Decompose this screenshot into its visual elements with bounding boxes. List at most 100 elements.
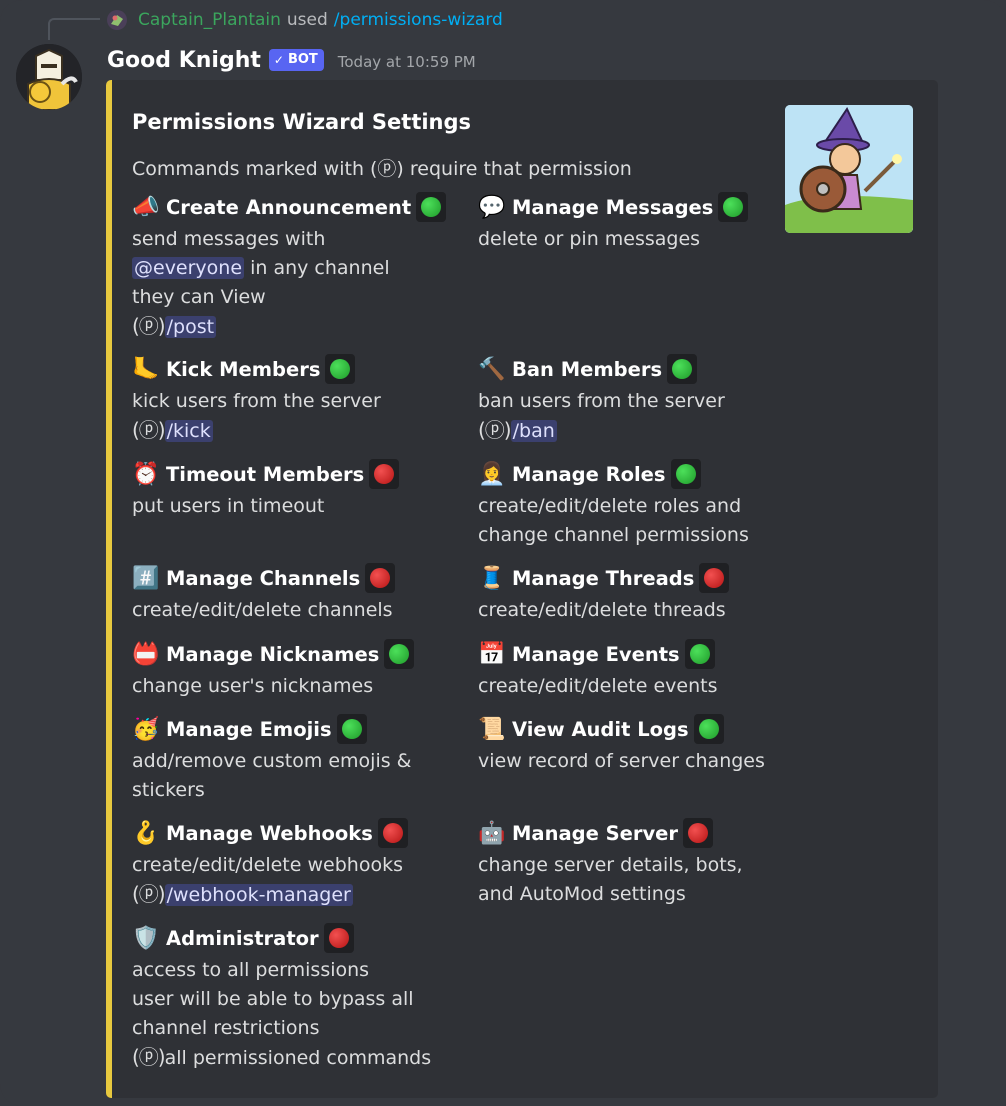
status-dot (672, 359, 693, 379)
permission-field: 📣 Create Announcement send messages with @e… (132, 192, 452, 342)
green-circle-icon (667, 354, 698, 384)
description-line: @everyone in any channel (132, 257, 390, 279)
permission-description: ban users from the server (ⓟ)/ban (478, 387, 798, 446)
permission-field: 🧵 Manage Threads create/edit/delete thread… (478, 563, 798, 625)
description-line: view record of server changes (478, 750, 765, 772)
green-circle-icon (693, 714, 724, 744)
permission-field-name: 📛 Manage Nicknames (132, 639, 452, 669)
permission-field-name: 📣 Create Announcement (132, 192, 452, 222)
embed-title: Permissions Wizard Settings (132, 110, 472, 134)
red-circle-icon (365, 563, 396, 593)
permission-name: Administrator (166, 926, 319, 950)
permission-marker-icon: (ⓟ) (132, 882, 166, 906)
permission-description: create/edit/delete threads (478, 596, 798, 625)
slash-command-link[interactable]: /webhook-manager (164, 884, 353, 906)
name-badge-icon: 📛 (132, 641, 160, 667)
status-dot (374, 464, 395, 484)
permission-field: 🤖 Manage Server change server details, bot… (478, 818, 798, 909)
hook-icon: 🪝 (132, 820, 160, 846)
permission-field-name: 📜 View Audit Logs (478, 714, 798, 744)
party-face-icon: 🥳 (132, 716, 160, 742)
permission-field: 🪝 Manage Webhooks create/edit/delete webho… (132, 818, 452, 910)
description-line: create/edit/delete webhooks (132, 854, 403, 876)
calendar-icon: 📅 (478, 641, 506, 667)
status-dot (704, 568, 725, 588)
bot-username[interactable]: Good Knight (107, 48, 261, 73)
reply-username[interactable]: Captain_Plantain (138, 10, 281, 30)
description-line: (ⓟ)/kick (132, 416, 452, 446)
foot-icon: 🦶 (132, 356, 160, 382)
description-line: send messages with (132, 228, 326, 250)
permission-marker-icon: (ⓟ) (132, 1045, 166, 1069)
permission-name: Manage Roles (512, 462, 666, 486)
permission-marker-icon: (ⓟ) (478, 418, 512, 442)
reply-connector-line (48, 18, 100, 40)
embed-description: Commands marked with (ⓟ) require that pe… (132, 158, 632, 180)
description-line: create/edit/delete events (478, 675, 718, 697)
slash-command-link[interactable]: /post (164, 316, 217, 338)
office-worker-icon: 👩‍💼 (478, 461, 506, 487)
knight-avatar-icon (16, 44, 82, 110)
red-circle-icon (377, 818, 408, 848)
alarm-clock-icon: ⏰ (132, 461, 160, 487)
description-line: put users in timeout (132, 495, 325, 517)
permission-description: delete or pin messages (478, 225, 798, 254)
description-line: user will be able to bypass all (132, 988, 414, 1010)
permission-field-name: 🥳 Manage Emojis (132, 714, 452, 744)
chat-message-frame: Captain_Plantain used /permissions-wizar… (0, 0, 1006, 1106)
permission-name: Ban Members (512, 357, 663, 381)
everyone-mention[interactable]: @everyone (132, 257, 245, 279)
permission-field: 📅 Manage Events create/edit/delete events (478, 639, 798, 701)
reply-command-link[interactable]: /permissions-wizard (334, 10, 503, 30)
red-circle-icon (683, 818, 714, 848)
permission-description: create/edit/delete channels (132, 596, 452, 625)
permission-name: Create Announcement (166, 195, 412, 219)
description-line: change user's nicknames (132, 675, 374, 697)
permission-field-name: #️⃣ Manage Channels (132, 563, 452, 593)
user-avatar-mini-icon[interactable] (106, 9, 128, 31)
green-circle-icon (670, 459, 701, 489)
command-reply-header: Captain_Plantain used /permissions-wizar… (106, 8, 503, 32)
hash-icon: #️⃣ (132, 565, 160, 591)
slash-command-link[interactable]: /kick (164, 420, 213, 442)
permission-field: 🦶 Kick Members kick users from the server (… (132, 354, 452, 446)
thread-spool-icon: 🧵 (478, 565, 506, 591)
robot-icon: 🤖 (478, 820, 506, 846)
permission-field-name: 🤖 Manage Server (478, 818, 798, 848)
permission-field: ⏰ Timeout Members put users in timeout (132, 459, 452, 521)
description-line: and AutoMod settings (478, 883, 686, 905)
reply-used-text: used (286, 10, 328, 30)
status-dot (330, 359, 351, 379)
permission-description: view record of server changes (478, 747, 798, 776)
permission-name: Timeout Members (166, 462, 365, 486)
slash-command-link[interactable]: /ban (510, 420, 557, 442)
status-dot (688, 823, 709, 843)
bot-badge: ✓ BOT (268, 49, 324, 71)
wizard-knight-thumbnail-icon (785, 105, 913, 233)
permission-field-name: 🧵 Manage Threads (478, 563, 798, 593)
description-line: change channel permissions (478, 524, 749, 546)
permission-field-name: 🪝 Manage Webhooks (132, 818, 452, 848)
green-circle-icon (325, 354, 356, 384)
permission-name: Manage Emojis (166, 717, 332, 741)
permission-description: kick users from the server (ⓟ)/kick (132, 387, 452, 446)
permission-description: add/remove custom emojis & stickers (132, 747, 452, 805)
embed-accent-bar (106, 80, 112, 1098)
permission-field-name: 📅 Manage Events (478, 639, 798, 669)
status-dot (723, 197, 744, 217)
status-dot (689, 644, 710, 664)
permission-description: create/edit/delete events (478, 672, 798, 701)
hammer-icon: 🔨 (478, 356, 506, 382)
scroll-icon: 📜 (478, 716, 506, 742)
description-line: they can View (132, 286, 266, 308)
permission-name: Manage Messages (512, 195, 714, 219)
bot-avatar[interactable] (16, 44, 82, 110)
embed-thumbnail[interactable] (785, 105, 913, 233)
description-line: create/edit/delete roles and (478, 495, 742, 517)
description-line: delete or pin messages (478, 228, 701, 250)
permission-description: change user's nicknames (132, 672, 452, 701)
description-line: stickers (132, 779, 205, 801)
permission-description: send messages with @everyone in any chann… (132, 225, 452, 342)
message-timestamp[interactable]: Today at 10:59 PM (338, 53, 476, 71)
permission-description: change server details, bots, and AutoMod … (478, 851, 798, 909)
